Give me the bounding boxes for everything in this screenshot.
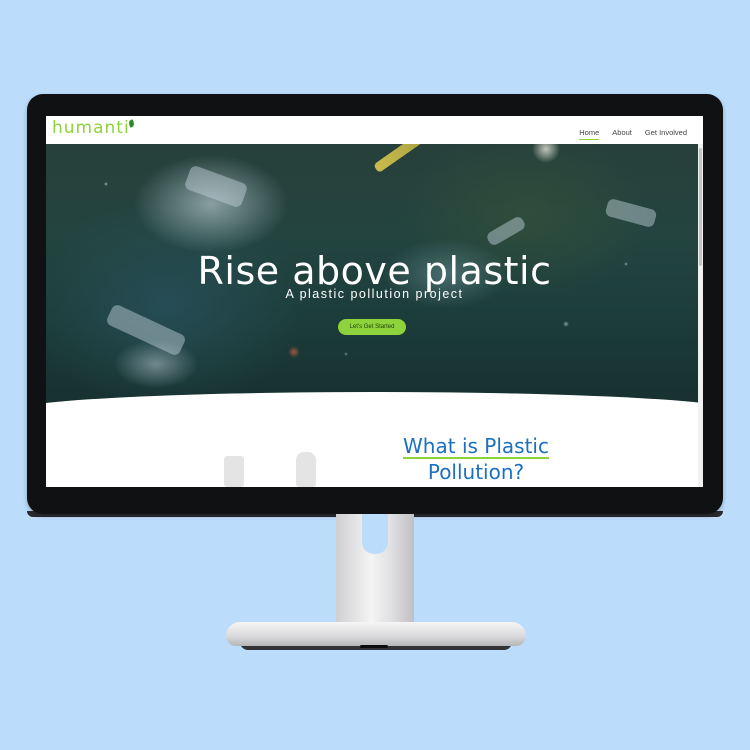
get-started-button[interactable]: Let's Get Started bbox=[338, 319, 406, 335]
hero-section: Rise above plastic A plastic pollution p… bbox=[46, 144, 703, 409]
section-heading-line2: Pollution? bbox=[427, 460, 525, 484]
leaf-icon bbox=[127, 119, 136, 128]
plastic-bottle-image bbox=[105, 303, 187, 357]
nav-link-get-involved[interactable]: Get Involved bbox=[645, 128, 687, 137]
section-heading: What is Plastic Pollution? bbox=[376, 433, 576, 485]
stand-cable-hole bbox=[362, 514, 388, 554]
hero-subtitle: A plastic pollution project bbox=[285, 287, 464, 301]
hero-wave-divider bbox=[46, 392, 703, 482]
hero-background-image bbox=[373, 144, 478, 174]
plastic-bottle-image bbox=[296, 452, 316, 487]
nav-link-about[interactable]: About bbox=[612, 128, 632, 137]
top-navbar: humanti Home About Get Involved bbox=[46, 116, 703, 144]
site-logo[interactable]: humanti bbox=[52, 118, 130, 138]
monitor: humanti Home About Get Involved Rise abo… bbox=[27, 94, 723, 517]
plastic-bag-image bbox=[224, 456, 244, 487]
section-heading-line1: What is Plastic bbox=[403, 434, 549, 459]
nav-link-home[interactable]: Home bbox=[579, 128, 600, 140]
plastic-debris-image bbox=[485, 214, 527, 248]
scrollbar-thumb[interactable] bbox=[699, 148, 702, 266]
scrollbar[interactable] bbox=[698, 144, 703, 487]
plastic-debris-image bbox=[604, 197, 658, 229]
monitor-stand-base bbox=[226, 622, 526, 646]
nav-links: Home About Get Involved bbox=[579, 128, 687, 140]
monitor-base-detail bbox=[360, 645, 388, 648]
plastic-bottle-image bbox=[183, 164, 249, 209]
browser-screen: humanti Home About Get Involved Rise abo… bbox=[46, 116, 703, 487]
